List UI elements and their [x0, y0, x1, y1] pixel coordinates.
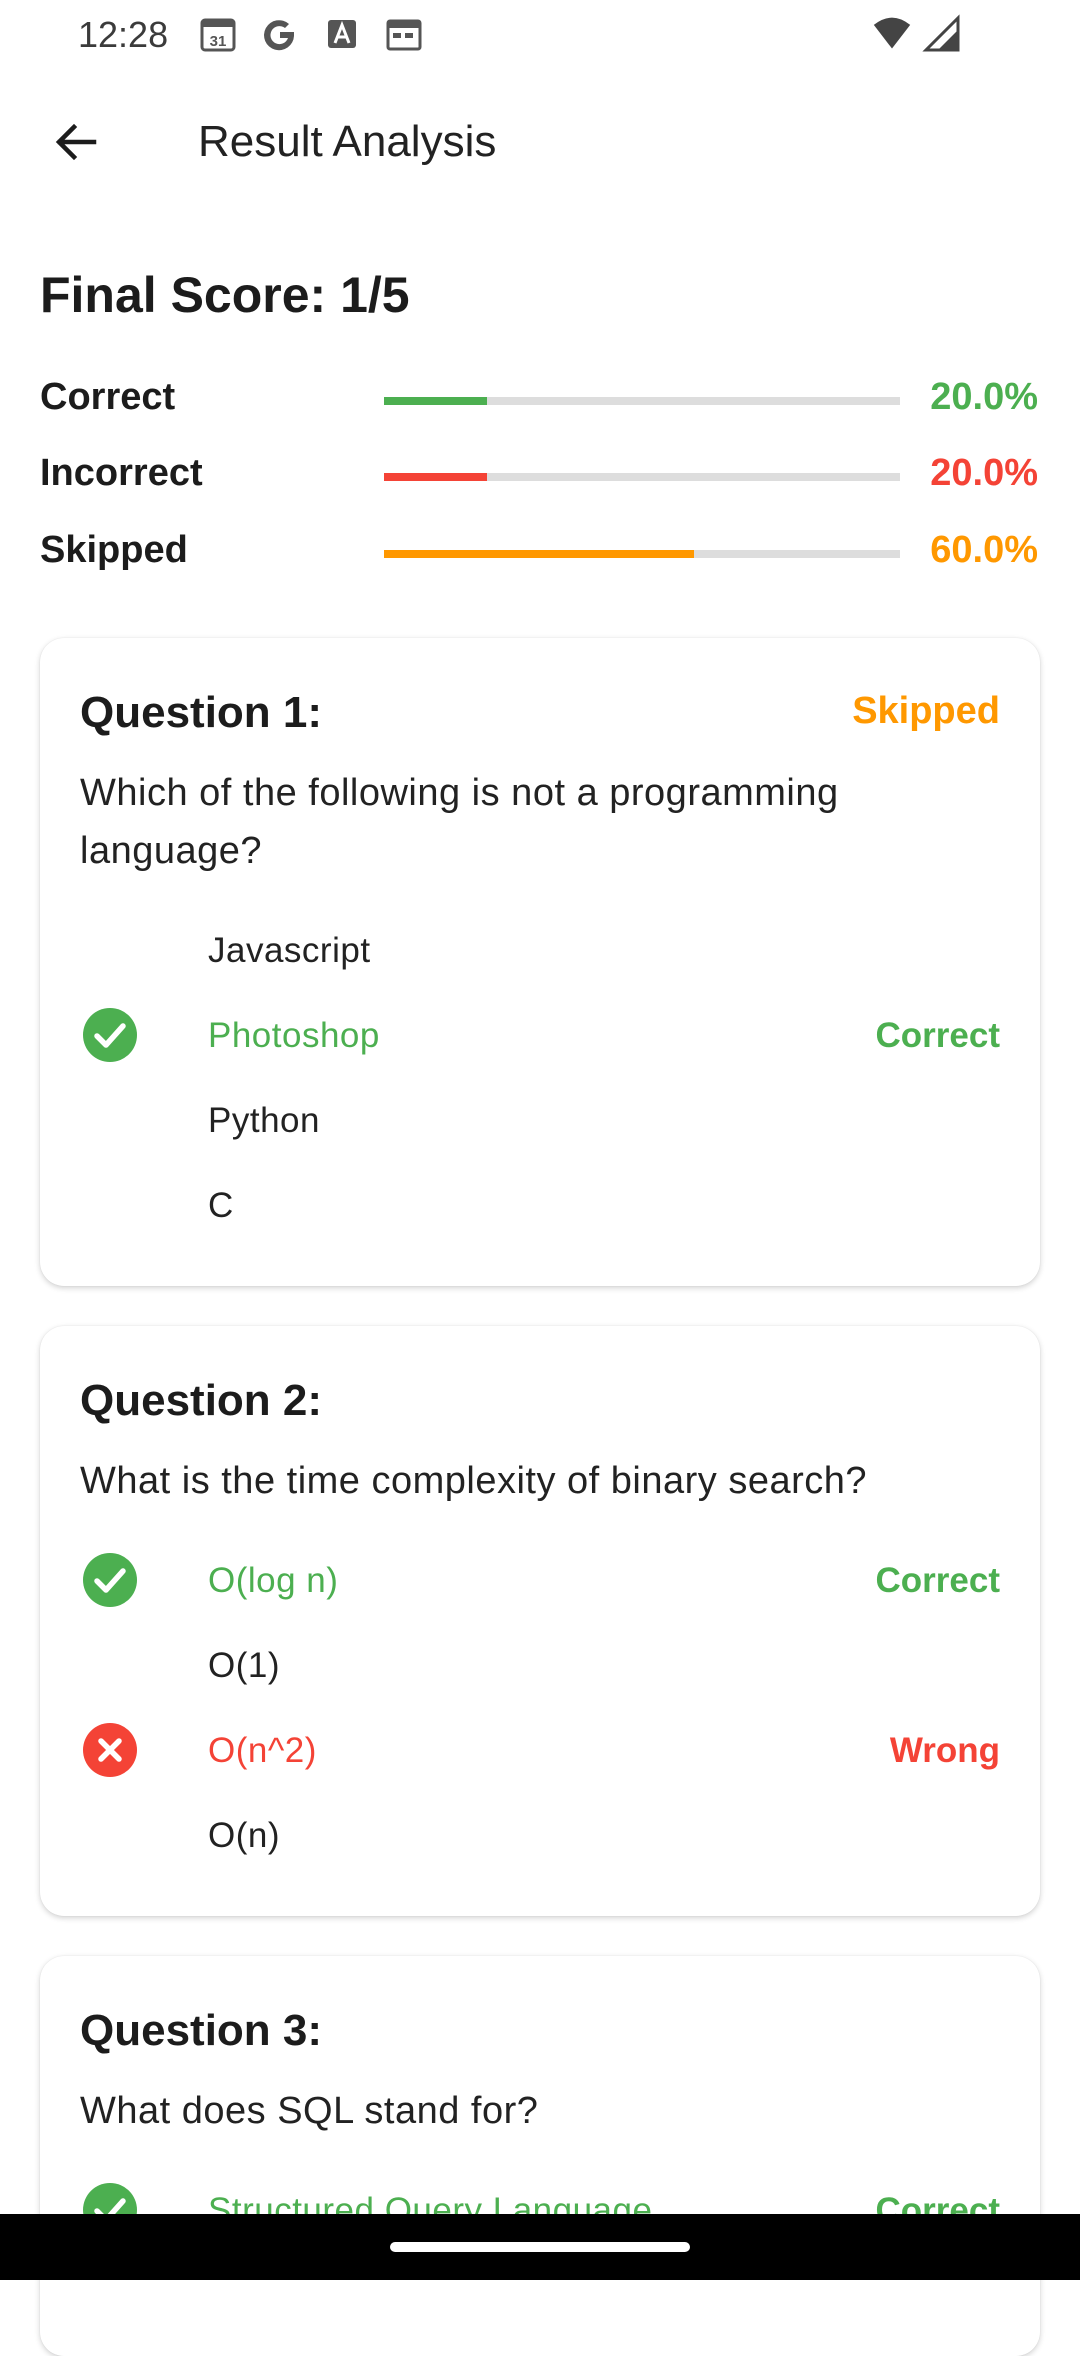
progress-track	[384, 473, 900, 481]
google-icon	[260, 14, 300, 54]
option-result: Correct	[875, 1561, 1000, 1600]
question-title: Question 1:	[80, 688, 323, 737]
progress-fill	[384, 397, 488, 405]
wifi-icon	[872, 14, 912, 54]
option-text: C	[208, 1186, 234, 1225]
question-title: Question 2:	[80, 1376, 323, 1425]
stat-row-incorrect: Incorrect 20.0%	[40, 446, 1040, 506]
status-system-icons	[872, 14, 962, 54]
error-circle-icon	[82, 1722, 138, 1778]
option-text: Python	[208, 1101, 320, 1140]
check-circle-icon	[83, 1553, 137, 1607]
question-card: Question 1: Skipped Which of the followi…	[40, 638, 1040, 1286]
status-notification-icons: 31	[198, 14, 424, 54]
option-icon	[82, 1637, 138, 1693]
option-text: O(log n)	[208, 1561, 339, 1600]
back-arrow-icon	[55, 123, 97, 161]
option-text: Photoshop	[208, 1016, 380, 1055]
stat-label: Skipped	[40, 529, 188, 571]
stat-label: Incorrect	[40, 452, 203, 494]
cellular-signal-icon	[922, 14, 962, 54]
progress-fill	[384, 550, 694, 558]
stat-value: 20.0%	[930, 452, 1038, 494]
question-text: Which of the following is not a programm…	[80, 772, 839, 872]
option-row: O(n^2) Wrong	[80, 1716, 1000, 1786]
translate-a-icon	[322, 14, 362, 54]
calendar-day: 31	[210, 33, 227, 50]
option-row: O(log n) Correct	[80, 1546, 1000, 1616]
calendar-view-icon	[384, 14, 424, 54]
progress-track	[384, 550, 900, 558]
option-text: O(n)	[208, 1816, 280, 1855]
stat-label: Correct	[40, 376, 176, 418]
check-circle-icon	[83, 1008, 137, 1062]
page-title: Result Analysis	[198, 117, 497, 166]
check-circle-icon	[82, 1007, 138, 1063]
progress-track	[384, 397, 900, 405]
status-bar: 12:28 31	[0, 0, 1080, 70]
option-result: Correct	[875, 1016, 1000, 1055]
option-text: O(1)	[208, 1646, 280, 1685]
question-title: Question 3:	[80, 2006, 323, 2055]
option-text: O(n^2)	[208, 1731, 317, 1770]
stat-row-correct: Correct 20.0%	[40, 370, 1040, 430]
question-status: Skipped	[852, 690, 1000, 732]
option-row: O(n)	[80, 1801, 1000, 1871]
back-button[interactable]	[40, 112, 112, 172]
error-circle-icon	[83, 1723, 137, 1777]
stat-value: 20.0%	[930, 376, 1038, 418]
option-icon	[82, 1092, 138, 1148]
option-row: Python	[80, 1086, 1000, 1156]
status-time: 12:28	[78, 14, 169, 55]
option-row: Javascript	[80, 916, 1000, 986]
option-text: Javascript	[208, 931, 371, 970]
option-row: C	[80, 1171, 1000, 1241]
progress-fill	[384, 473, 488, 481]
option-icon	[82, 922, 138, 978]
option-icon	[82, 1177, 138, 1233]
calendar-icon: 31	[198, 14, 238, 54]
stat-row-skipped: Skipped 60.0%	[40, 523, 1040, 583]
system-navigation-bar	[0, 2214, 1080, 2280]
option-row: O(1)	[80, 1631, 1000, 1701]
question-card: Question 2: What is the time complexity …	[40, 1326, 1040, 1916]
app-bar: Result Analysis	[0, 92, 1080, 192]
final-score: Final Score: 1/5	[40, 267, 410, 323]
option-row: Photoshop Correct	[80, 1001, 1000, 1071]
check-circle-icon	[82, 1552, 138, 1608]
stat-value: 60.0%	[930, 529, 1038, 571]
option-icon	[82, 1807, 138, 1863]
home-gesture-handle[interactable]	[390, 2242, 690, 2252]
question-card: Question 3: What does SQL stand for? Str…	[40, 1956, 1040, 2356]
question-text: What is the time complexity of binary se…	[80, 1460, 868, 1502]
option-result: Wrong	[889, 1731, 1000, 1770]
question-text: What does SQL stand for?	[80, 2090, 539, 2132]
